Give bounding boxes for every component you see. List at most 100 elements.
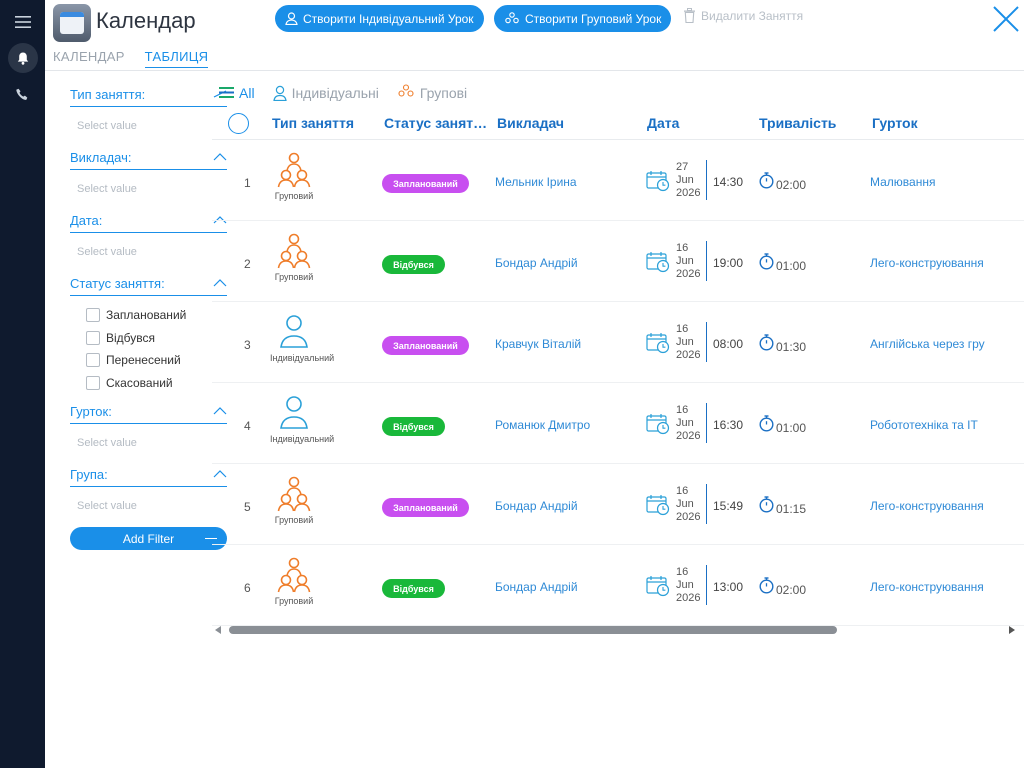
filter-club-label[interactable]: Гурток:: [70, 401, 227, 424]
lesson-time: 15:49: [713, 499, 744, 513]
filters-panel: Тип заняття: Select value Викладач: Sele…: [70, 84, 227, 550]
bell-icon: [7, 43, 38, 73]
create-individual-lesson-button[interactable]: Створити Індивідуальний Урок: [275, 5, 484, 32]
stopwatch-icon: [758, 415, 775, 432]
tab-group[interactable]: Групові: [397, 84, 467, 101]
scroll-right-icon[interactable]: [1008, 626, 1015, 634]
row-number: 3: [244, 338, 251, 352]
notifications-button[interactable]: [0, 42, 45, 74]
horizontal-scrollbar[interactable]: [212, 623, 1024, 637]
teacher-link[interactable]: Бондар Андрій: [495, 499, 578, 513]
stopwatch-icon: [758, 334, 775, 351]
filter-type-label[interactable]: Тип заняття:: [70, 84, 227, 107]
teacher-link[interactable]: Романюк Дмитро: [495, 418, 590, 432]
date-year: 2026: [676, 592, 701, 604]
phone-icon[interactable]: [0, 78, 45, 110]
filter-type-input[interactable]: Select value: [70, 107, 227, 132]
checkbox[interactable]: [86, 375, 100, 390]
date-month: Jun: [676, 174, 694, 186]
filter-group-label[interactable]: Група:: [70, 464, 227, 487]
status-option-cancelled[interactable]: Скасований: [86, 372, 227, 395]
lesson-type-label: Груповий: [274, 596, 314, 606]
filter-club-input[interactable]: Select value: [70, 424, 227, 449]
column-club[interactable]: Гурток: [872, 115, 918, 131]
teacher-link[interactable]: Кравчук Віталій: [495, 337, 581, 351]
list-icon: [219, 87, 234, 98]
status-option-planned[interactable]: Запланований: [86, 304, 227, 327]
club-link[interactable]: Лего-конструювання: [870, 256, 984, 270]
filter-date-input[interactable]: Select value: [70, 233, 227, 258]
date-day: 16: [676, 242, 689, 254]
calendar-clock-icon: [646, 413, 670, 435]
tab-individual[interactable]: Індивідуальні: [272, 85, 379, 101]
club-link[interactable]: Англійська через гру: [870, 337, 985, 351]
row-number: 4: [244, 419, 251, 433]
club-link[interactable]: Малювання: [870, 175, 935, 189]
table-row[interactable]: 5 Груповий Запланований Бондар Андрій 16…: [212, 464, 1024, 545]
club-link[interactable]: Лего-конструювання: [870, 580, 984, 594]
column-duration[interactable]: Тривалість: [759, 115, 836, 131]
status-badge: Запланований: [382, 498, 469, 517]
scrollbar-thumb[interactable]: [229, 626, 837, 634]
checkbox[interactable]: [86, 353, 100, 368]
club-link[interactable]: Робототехніка та ІТ: [870, 418, 978, 432]
date-year: 2026: [676, 349, 701, 361]
calendar-clock-icon: [646, 494, 670, 516]
individual-lesson-icon: [276, 314, 312, 350]
filter-status-label[interactable]: Статус заняття:: [70, 273, 227, 296]
tab-all[interactable]: All: [219, 85, 255, 101]
lesson-type-label: Індивідуальний: [270, 353, 335, 363]
table-row[interactable]: 1 Груповий Запланований Мельник Ірина 27…: [212, 140, 1024, 221]
lesson-type-label: Груповий: [274, 191, 314, 201]
select-all-checkbox[interactable]: [228, 113, 249, 134]
create-group-lesson-button[interactable]: Створити Груповий Урок: [494, 5, 672, 32]
add-filter-button[interactable]: Add Filter: [70, 527, 227, 550]
individual-lesson-icon: [276, 395, 312, 431]
status-badge: Відбувся: [382, 417, 445, 436]
date-divider: [706, 403, 707, 443]
lesson-type-cell: Груповий: [270, 557, 318, 606]
lesson-time: 14:30: [713, 175, 744, 189]
column-status[interactable]: Статус занят…: [384, 115, 487, 131]
tab-all-label: All: [239, 84, 255, 101]
hamburger-menu-icon[interactable]: [0, 6, 45, 38]
teacher-link[interactable]: Бондар Андрій: [495, 256, 578, 270]
date-divider: [706, 484, 707, 524]
date-year: 2026: [676, 430, 701, 442]
checkbox[interactable]: [86, 308, 100, 323]
status-option-done[interactable]: Відбувся: [86, 327, 227, 350]
row-number: 1: [244, 176, 251, 190]
teacher-link[interactable]: Бондар Андрій: [495, 580, 578, 594]
lesson-duration: 01:30: [776, 340, 807, 354]
checkbox[interactable]: [86, 330, 100, 345]
stopwatch-icon: [758, 253, 775, 270]
column-teacher[interactable]: Викладач: [497, 115, 564, 131]
table-row[interactable]: 4 Індивідуальний Відбувся Романюк Дмитро…: [212, 383, 1024, 464]
column-date[interactable]: Дата: [647, 115, 679, 131]
close-icon[interactable]: [991, 4, 1021, 34]
group-lesson-icon: [276, 557, 312, 593]
table-row[interactable]: 2 Груповий Відбувся Бондар Андрій 16 Jun…: [212, 221, 1024, 302]
tab-table[interactable]: ТАБЛИЦЯ: [144, 49, 209, 68]
date-year: 2026: [676, 511, 701, 523]
tab-calendar[interactable]: КАЛЕНДАР: [53, 49, 125, 68]
filter-teacher-input[interactable]: Select value: [70, 170, 227, 195]
table-row[interactable]: 3 Індивідуальний Запланований Кравчук Ві…: [212, 302, 1024, 383]
filter-date-label[interactable]: Дата:: [70, 210, 227, 233]
person-icon: [272, 85, 287, 101]
date-year: 2026: [676, 187, 701, 199]
scroll-left-icon[interactable]: [215, 626, 222, 634]
status-option-rescheduled[interactable]: Перенесений: [86, 349, 227, 372]
create-group-lesson-label: Створити Груповий Урок: [525, 11, 662, 26]
header-divider: [45, 70, 1024, 71]
lesson-type-tabs: All Індивідуальні Групові: [219, 84, 467, 101]
teacher-link[interactable]: Мельник Ірина: [495, 175, 577, 189]
filter-group-input[interactable]: Select value: [70, 487, 227, 512]
club-link[interactable]: Лего-конструювання: [870, 499, 984, 513]
column-type[interactable]: Тип заняття: [272, 115, 354, 131]
filter-teacher-label[interactable]: Викладач:: [70, 147, 227, 170]
table-row[interactable]: 6 Груповий Відбувся Бондар Андрій 16 Jun…: [212, 545, 1024, 626]
delete-lesson-button[interactable]: Видалити Заняття: [683, 8, 803, 23]
status-badge: Відбувся: [382, 579, 445, 598]
date-month: Jun: [676, 336, 694, 348]
